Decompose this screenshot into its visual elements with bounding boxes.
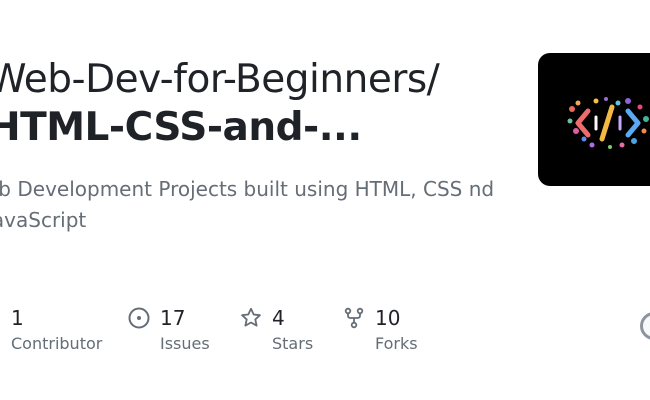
forks-count: 10 — [375, 306, 401, 330]
contributors-count: 1 — [11, 306, 24, 330]
stat-stars[interactable]: 4 Stars — [239, 302, 329, 362]
stars-label: Stars — [272, 334, 314, 353]
repo-logo — [538, 53, 650, 186]
code-brackets-logo-icon — [567, 97, 649, 149]
repo-forked-icon — [342, 306, 366, 330]
stat-forks[interactable]: 10 Forks — [342, 302, 442, 362]
repo-owner-path[interactable]: Web-Dev-for-Beginners/ — [0, 56, 440, 104]
repo-description: eb Development Projects built using HTML… — [0, 177, 495, 232]
repo-name[interactable]: HTML-CSS-and-... — [0, 104, 362, 152]
stars-count: 4 — [272, 306, 285, 330]
stat-issues[interactable]: 17 Issues — [127, 302, 227, 362]
contributors-label: Contributor — [11, 334, 103, 353]
repo-social-card: Web-Dev-for-Beginners/ HTML-CSS-and-... … — [0, 0, 650, 400]
owner-avatar[interactable] — [640, 312, 650, 340]
stat-contributors[interactable]: 1 Contributor — [11, 302, 111, 362]
forks-label: Forks — [375, 334, 418, 353]
issues-label: Issues — [160, 334, 210, 353]
issue-opened-icon — [127, 306, 151, 330]
issues-count: 17 — [160, 306, 186, 330]
star-icon — [239, 306, 263, 330]
